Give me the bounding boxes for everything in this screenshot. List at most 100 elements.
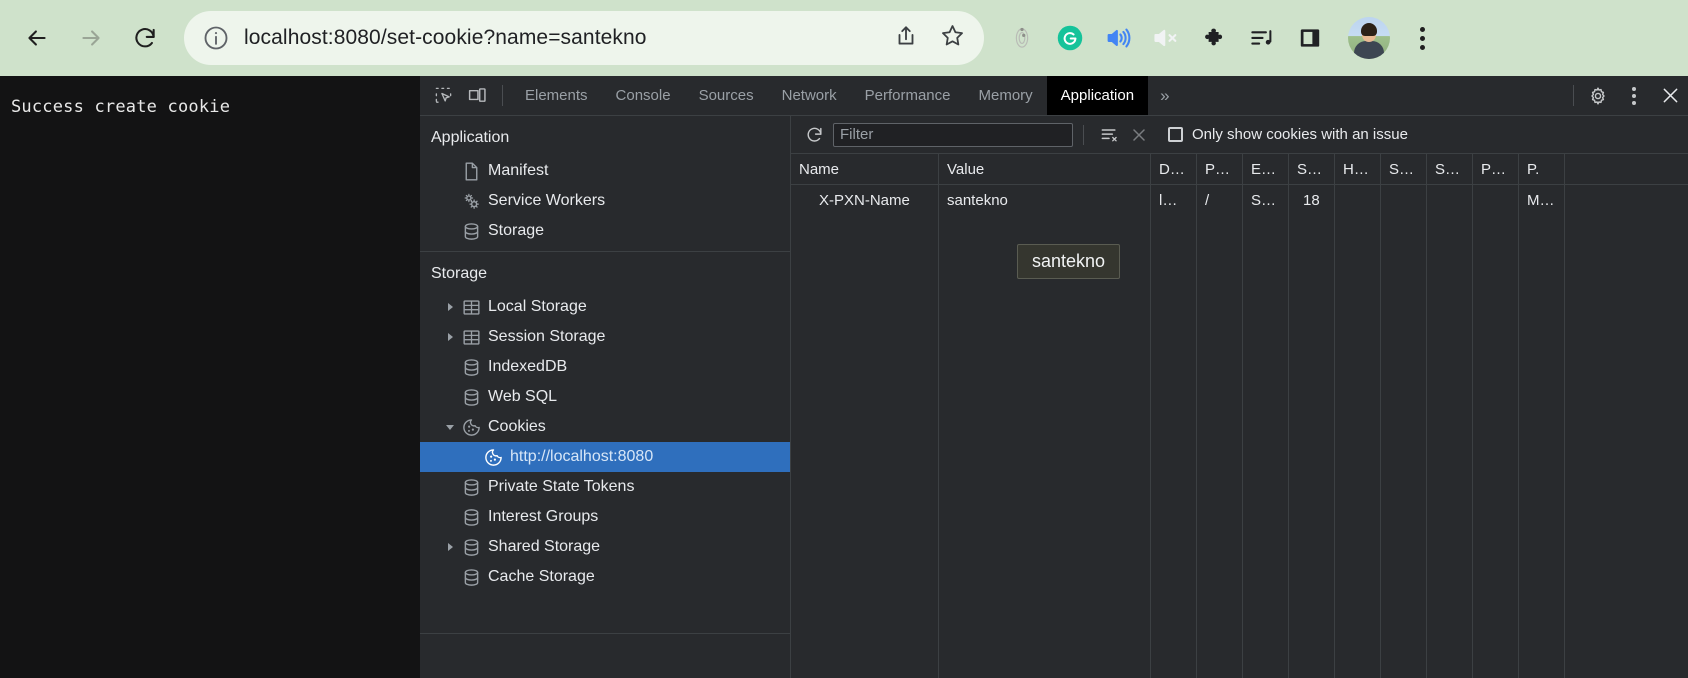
reload-button[interactable] xyxy=(124,17,166,59)
cell-httponly[interactable] xyxy=(1335,185,1381,215)
forward-button[interactable] xyxy=(70,17,112,59)
sidebar-bottom-divider xyxy=(420,633,790,634)
three-dot-menu-icon[interactable] xyxy=(1400,16,1444,60)
column-header[interactable]: P. xyxy=(1519,154,1565,184)
sidebar-item-label: Local Storage xyxy=(488,298,587,315)
tab-application[interactable]: Application xyxy=(1046,76,1149,115)
empty-column xyxy=(1519,215,1565,678)
sidebar-item-interest-groups[interactable]: Interest Groups xyxy=(420,502,790,532)
sidebar-item-shared-storage[interactable]: Shared Storage xyxy=(420,532,790,562)
column-header[interactable]: S… xyxy=(1427,154,1473,184)
back-button[interactable] xyxy=(16,17,58,59)
volume-muted-icon[interactable] xyxy=(1144,16,1188,60)
tab-sources[interactable]: Sources xyxy=(685,76,768,115)
sidebar-item-cache-storage[interactable]: Cache Storage xyxy=(420,562,790,592)
cell-samesite[interactable] xyxy=(1427,185,1473,215)
info-circle-icon[interactable] xyxy=(202,24,230,52)
table-row[interactable]: X-PXN-Name santekno l… / S… 18 M… xyxy=(791,185,1688,215)
cell-path[interactable]: / xyxy=(1197,185,1243,215)
more-tabs-button[interactable]: » xyxy=(1148,76,1181,115)
puzzle-extensions-icon[interactable] xyxy=(1192,16,1236,60)
column-header[interactable]: Name xyxy=(791,154,939,184)
sidebar-item-manifest[interactable]: Manifest xyxy=(420,156,790,186)
empty-column xyxy=(791,215,939,678)
sidebar-item-service-workers[interactable]: Service Workers xyxy=(420,186,790,216)
sidebar-item-label: IndexedDB xyxy=(488,358,568,375)
column-header[interactable]: S… xyxy=(1381,154,1427,184)
sidebar-item-cookies[interactable]: Cookies xyxy=(420,412,790,442)
sidebar-item-web-sql[interactable]: Web SQL xyxy=(420,382,790,412)
sidebar-item-local-storage[interactable]: Local Storage xyxy=(420,292,790,322)
address-bar-url[interactable]: localhost:8080/set-cookie?name=santekno xyxy=(244,26,884,50)
share-button[interactable] xyxy=(884,16,928,60)
cell-partition[interactable] xyxy=(1473,185,1519,215)
column-header[interactable]: P… xyxy=(1197,154,1243,184)
media-playlist-icon[interactable] xyxy=(1240,16,1284,60)
cell-priority[interactable]: M… xyxy=(1519,185,1565,215)
chevron-right-icon[interactable] xyxy=(442,333,458,341)
search-input[interactable] xyxy=(833,122,1073,147)
cell-name[interactable]: X-PXN-Name xyxy=(791,185,939,215)
address-bar[interactable]: localhost:8080/set-cookie?name=santekno xyxy=(184,11,984,65)
application-items: Manifest Service Workers Storage xyxy=(420,156,790,246)
avatar[interactable] xyxy=(1348,17,1390,59)
cell-domain[interactable]: l… xyxy=(1151,185,1197,215)
column-header[interactable]: D… xyxy=(1151,154,1197,184)
column-header[interactable]: E… xyxy=(1243,154,1289,184)
side-panel-icon[interactable] xyxy=(1288,16,1332,60)
tab-elements[interactable]: Elements xyxy=(511,76,602,115)
cookies-table: Name Value D… P… E… S… H… S… S… P… P. X-PXN-Name sa… xyxy=(791,154,1688,678)
database-icon xyxy=(458,567,484,588)
sidebar-item-session-storage[interactable]: Session Storage xyxy=(420,322,790,352)
table-icon xyxy=(458,297,484,318)
empty-column xyxy=(1473,215,1519,678)
delete-cookie-icon[interactable] xyxy=(1124,125,1154,145)
cell-value[interactable]: santekno xyxy=(939,185,1151,215)
gear-icon[interactable] xyxy=(1580,76,1616,115)
sidebar-heading-storage: Storage xyxy=(431,265,488,282)
sidebar-item-http-localhost-8080[interactable]: http://localhost:8080 xyxy=(420,442,790,472)
more-options-icon[interactable] xyxy=(1616,76,1652,115)
page-body-text: Success create cookie xyxy=(11,97,231,117)
device-toolbar-icon[interactable] xyxy=(460,76,494,115)
database-icon xyxy=(458,221,484,242)
chevron-down-icon[interactable] xyxy=(442,424,458,430)
devtools-tabbar: Elements Console Sources Network Performance… xyxy=(420,76,1688,116)
column-header[interactable]: S… xyxy=(1289,154,1335,184)
tab-console[interactable]: Console xyxy=(602,76,685,115)
reload-icon xyxy=(132,25,158,51)
chevron-right-icon[interactable] xyxy=(442,303,458,311)
table-icon xyxy=(458,327,484,348)
orbit-extension-icon[interactable] xyxy=(1000,16,1044,60)
only-issues-toggle[interactable]: Only show cookies with an issue xyxy=(1168,126,1408,143)
close-icon[interactable] xyxy=(1652,76,1688,115)
checkbox[interactable] xyxy=(1168,127,1183,142)
column-header[interactable]: Value xyxy=(939,154,1151,184)
column-header[interactable]: H… xyxy=(1335,154,1381,184)
database-icon xyxy=(458,477,484,498)
volume-on-icon[interactable] xyxy=(1096,16,1140,60)
chevron-right-icon[interactable] xyxy=(442,543,458,551)
grammarly-icon[interactable] xyxy=(1048,16,1092,60)
tabbar-spacer xyxy=(1182,76,1567,115)
tab-performance[interactable]: Performance xyxy=(851,76,965,115)
devtools-body: Application Manifest Service Workers Stora… xyxy=(420,116,1688,678)
tab-network[interactable]: Network xyxy=(768,76,851,115)
bookmark-button[interactable] xyxy=(930,16,974,60)
column-header[interactable]: P… xyxy=(1473,154,1519,184)
inspect-element-icon[interactable] xyxy=(426,76,460,115)
tab-memory[interactable]: Memory xyxy=(965,76,1047,115)
database-icon xyxy=(458,387,484,408)
cell-expires[interactable]: S… xyxy=(1243,185,1289,215)
cookie-icon xyxy=(480,447,506,468)
empty-column xyxy=(1335,215,1381,678)
sidebar-item-indexeddb[interactable]: IndexedDB xyxy=(420,352,790,382)
refresh-icon[interactable] xyxy=(799,125,829,144)
sidebar-item-private-state-tokens[interactable]: Private State Tokens xyxy=(420,472,790,502)
storage-items: Local Storage Session Storage IndexedDB Web… xyxy=(420,292,790,592)
empty-column xyxy=(1289,215,1335,678)
cell-secure[interactable] xyxy=(1381,185,1427,215)
sidebar-item-storage[interactable]: Storage xyxy=(420,216,790,246)
cell-size[interactable]: 18 xyxy=(1289,185,1335,215)
clear-all-cookies-icon[interactable] xyxy=(1094,125,1124,145)
